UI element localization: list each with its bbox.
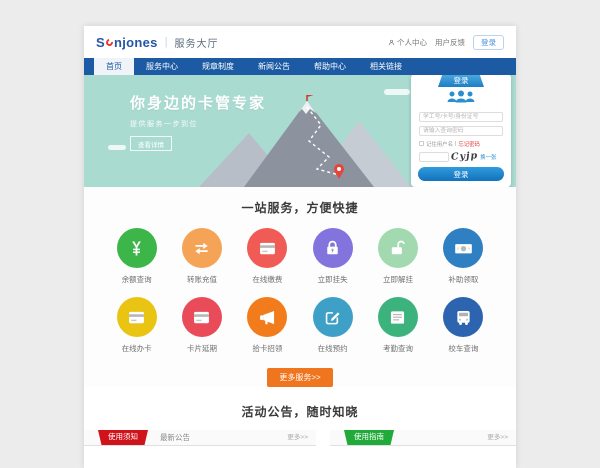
notice-panel: 使用须知 最新公告 更多>> — [84, 430, 316, 446]
service-label: 卡片延期 — [187, 343, 217, 354]
announcements-title: 活动公告，随时知晓 — [84, 403, 516, 420]
yen-icon — [117, 228, 157, 268]
nav-item-links[interactable]: 相关链接 — [358, 58, 414, 75]
captcha-input[interactable] — [419, 152, 449, 162]
header-login-button[interactable]: 登录 — [473, 35, 504, 50]
services-grid: 余额查询 转账充值 在线缴费 立即挂失 立即解挂 — [104, 228, 496, 354]
captcha-row: Cyjp 换一张 — [419, 151, 503, 162]
main-nav: 首页 服务中心 规章制度 新闻公告 帮助中心 相关链接 — [84, 58, 516, 75]
service-label: 立即挂失 — [318, 274, 348, 285]
service-transfer-recharge[interactable]: 转账充值 — [169, 228, 234, 285]
logo-swirl-icon — [105, 37, 115, 47]
screenshot-stage: Snjones | 服务大厅 个人中心 用户反馈 登录 首页 服务中心 规章制度… — [0, 0, 600, 450]
transfer-icon — [182, 228, 222, 268]
services-title: 一站服务，方便快捷 — [84, 199, 516, 216]
users-icon — [411, 90, 511, 108]
login-tab[interactable]: 登录 — [438, 75, 484, 87]
logo[interactable]: Snjones | 服务大厅 — [96, 35, 219, 50]
password-input[interactable] — [419, 126, 503, 136]
cloud-icon — [108, 145, 126, 150]
top-header: Snjones | 服务大厅 个人中心 用户反馈 登录 — [84, 26, 516, 58]
service-label: 补助领取 — [448, 274, 478, 285]
change-captcha-link[interactable]: 换一张 — [480, 153, 496, 161]
card-icon — [182, 297, 222, 337]
remember-checkbox[interactable] — [419, 141, 424, 146]
login-submit-button[interactable]: 登录 — [418, 167, 504, 181]
service-card-extension[interactable]: 卡片延期 — [169, 297, 234, 354]
service-cancel-loss[interactable]: 立即解挂 — [365, 228, 430, 285]
service-label: 在线预约 — [318, 343, 348, 354]
usage-notice-tab[interactable]: 使用须知 — [98, 430, 148, 445]
hero-subtitle: 提供服务一步到位 — [130, 119, 266, 129]
service-online-payment[interactable]: 在线缴费 — [235, 228, 300, 285]
nav-item-rules[interactable]: 规章制度 — [190, 58, 246, 75]
guide-more-link[interactable]: 更多>> — [487, 430, 508, 445]
header-links: 个人中心 用户反馈 登录 — [388, 35, 504, 50]
megaphone-icon — [247, 297, 287, 337]
nav-item-news[interactable]: 新闻公告 — [246, 58, 302, 75]
login-panel: 登录 记住用户名 | 忘记密码 — [411, 75, 511, 187]
service-label: 拾卡招领 — [252, 343, 282, 354]
header-divider: | — [165, 36, 168, 48]
service-balance-inquiry[interactable]: 余额查询 — [104, 228, 169, 285]
remember-label: 记住用户名 — [426, 140, 453, 148]
service-schoolbus-inquiry[interactable]: 校车查询 — [431, 297, 496, 354]
card-icon — [247, 228, 287, 268]
user-icon — [388, 39, 395, 46]
personal-center-link[interactable]: 个人中心 — [388, 37, 427, 48]
service-attendance-inquiry[interactable]: 考勤查询 — [365, 297, 430, 354]
service-label: 在线缴费 — [252, 274, 282, 285]
portal-page: Snjones | 服务大厅 个人中心 用户反馈 登录 首页 服务中心 规章制度… — [84, 26, 516, 468]
guide-panel: 使用指南 更多>> — [330, 430, 516, 446]
card-icon — [117, 297, 157, 337]
bus-icon — [443, 297, 483, 337]
hero-text: 你身边的卡管专家 提供服务一步到位 查看详情 — [130, 92, 266, 152]
service-report-loss[interactable]: 立即挂失 — [300, 228, 365, 285]
service-label: 余额查询 — [122, 274, 152, 285]
hero-banner: 你身边的卡管专家 提供服务一步到位 查看详情 登录 — [84, 75, 516, 187]
service-subsidy-claim[interactable]: 补助领取 — [431, 228, 496, 285]
usage-guide-tab[interactable]: 使用指南 — [344, 430, 394, 445]
logo-text: Snjones — [96, 35, 158, 50]
announcements-section: 活动公告，随时知晓 使用须知 最新公告 更多>> 使用指南 更多>> — [84, 387, 516, 468]
service-label: 校车查询 — [448, 343, 478, 354]
notice-more-link[interactable]: 更多>> — [287, 430, 308, 445]
login-options-row: 记住用户名 | 忘记密码 — [419, 140, 503, 148]
list-icon — [378, 297, 418, 337]
captcha-image: Cyjp — [451, 150, 479, 162]
service-label: 考勤查询 — [383, 343, 413, 354]
bottom-padding — [84, 446, 516, 468]
service-online-booking[interactable]: 在线预约 — [300, 297, 365, 354]
hero-title: 你身边的卡管专家 — [130, 92, 266, 113]
service-label: 在线办卡 — [122, 343, 152, 354]
service-found-card-claim[interactable]: 拾卡招领 — [235, 297, 300, 354]
more-services-button[interactable]: 更多服务>> — [267, 368, 332, 387]
options-separator: | — [455, 141, 456, 147]
nav-item-home[interactable]: 首页 — [94, 58, 134, 75]
service-online-card-apply[interactable]: 在线办卡 — [104, 297, 169, 354]
service-label: 立即解挂 — [383, 274, 413, 285]
services-section: 一站服务，方便快捷 余额查询 转账充值 在线缴费 立即挂失 — [84, 187, 516, 387]
feedback-link[interactable]: 用户反馈 — [435, 37, 465, 48]
hero-cta-button[interactable]: 查看详情 — [130, 136, 172, 151]
account-input[interactable] — [419, 112, 503, 122]
portal-name: 服务大厅 — [175, 35, 219, 50]
lock-icon — [313, 228, 353, 268]
announcement-panels: 使用须知 最新公告 更多>> 使用指南 更多>> — [84, 430, 516, 446]
banknote-icon — [443, 228, 483, 268]
latest-news-tab[interactable]: 最新公告 — [160, 430, 190, 445]
nav-item-service-center[interactable]: 服务中心 — [134, 58, 190, 75]
forgot-password-link[interactable]: 忘记密码 — [458, 140, 480, 148]
service-label: 转账充值 — [187, 274, 217, 285]
edit-icon — [313, 297, 353, 337]
nav-item-help[interactable]: 帮助中心 — [302, 58, 358, 75]
unlock-icon — [378, 228, 418, 268]
